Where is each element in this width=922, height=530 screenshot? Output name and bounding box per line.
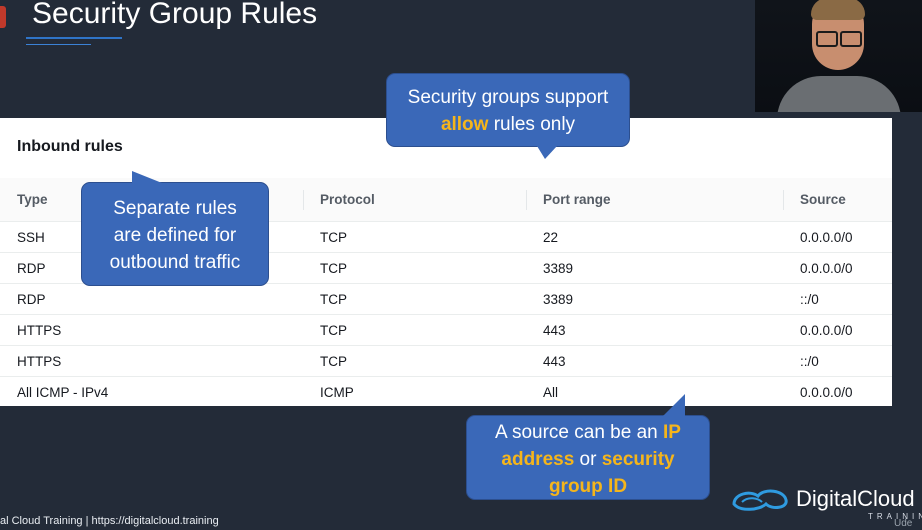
cell-port: 443 <box>526 345 783 377</box>
callout-outbound-line-2: are defined for <box>113 225 237 246</box>
cell-source: 0.0.0.0/0 <box>783 252 892 284</box>
cell-port: 3389 <box>526 283 783 315</box>
callout-source-hl-group-id: group ID <box>548 476 628 497</box>
digitalcloud-logo-icon <box>732 489 788 511</box>
callout-source-hl-security: security <box>601 449 675 470</box>
column-header-port-range: Port range <box>526 178 783 222</box>
cell-source: 0.0.0.0/0 <box>783 314 892 346</box>
cell-type: All ICMP - IPv4 <box>17 384 109 400</box>
cell-protocol: ICMP <box>320 384 354 400</box>
callout-source-types: A source can be an IP address or securit… <box>466 394 710 500</box>
table-row: HTTPS TCP 443 ::/0 <box>0 345 892 377</box>
cell-port: 22 <box>526 221 783 253</box>
cell-port: 3389 <box>526 252 783 284</box>
presenter-hair <box>811 0 865 20</box>
presenter-glasses-right <box>840 31 862 47</box>
callout-allow-text-2: rules only <box>493 114 576 135</box>
callout-outbound-line-1: Separate rules <box>113 198 237 219</box>
slide-title: Security Group Rules <box>32 0 318 30</box>
presenter-shirt <box>777 76 901 112</box>
cell-source: ::/0 <box>783 345 892 377</box>
cell-protocol: TCP <box>303 314 526 346</box>
cell-protocol: TCP <box>303 283 526 315</box>
presenter-webcam <box>755 0 922 112</box>
callout-source-text-or: or <box>579 449 597 470</box>
callout-source-hl-ip: IP <box>663 422 681 443</box>
callout-outbound-rules: Separate rules are defined for outbound … <box>81 171 269 286</box>
callout-source-hl-address: address <box>501 449 575 470</box>
brand-name: DigitalCloud <box>796 486 915 511</box>
footer-text: al Cloud Training | https://digitalcloud… <box>0 515 219 527</box>
column-header-source: Source <box>783 178 892 222</box>
table-row: All ICMP - IPv4 ICMP All 0.0.0.0/0 <box>0 377 892 408</box>
title-underline <box>26 37 122 39</box>
cell-port: 443 <box>526 314 783 346</box>
panel-title: Inbound rules <box>17 138 123 155</box>
cell-port: All <box>543 384 559 400</box>
udemy-watermark: Ude <box>894 518 913 529</box>
table-row: HTTPS TCP 443 0.0.0.0/0 <box>0 314 892 346</box>
presenter-logo-icon <box>0 6 6 28</box>
table-row: RDP TCP 3389 ::/0 <box>0 283 892 315</box>
cell-protocol: TCP <box>303 345 526 377</box>
cell-source: ::/0 <box>783 283 892 315</box>
presenter-glasses-left <box>816 31 838 47</box>
cell-protocol: TCP <box>303 252 526 284</box>
callout-allow-highlight: allow <box>440 114 489 135</box>
cell-type: RDP <box>0 283 303 315</box>
cell-type: HTTPS <box>0 345 303 377</box>
callout-allow-text-1: Security groups support <box>407 87 609 108</box>
cell-source: 0.0.0.0/0 <box>800 384 853 400</box>
title-underline-secondary <box>26 44 91 45</box>
brand-logo: DigitalCloud TRAINING <box>728 484 922 530</box>
column-header-protocol: Protocol <box>303 178 526 222</box>
callout-allow-rules: Security groups support allow rules only <box>386 73 630 159</box>
cell-protocol: TCP <box>303 221 526 253</box>
cell-source: 0.0.0.0/0 <box>783 221 892 253</box>
callout-source-text-1: A source can be an <box>495 422 658 443</box>
callout-outbound-line-3: outbound traffic <box>109 252 241 273</box>
cell-type: HTTPS <box>0 314 303 346</box>
